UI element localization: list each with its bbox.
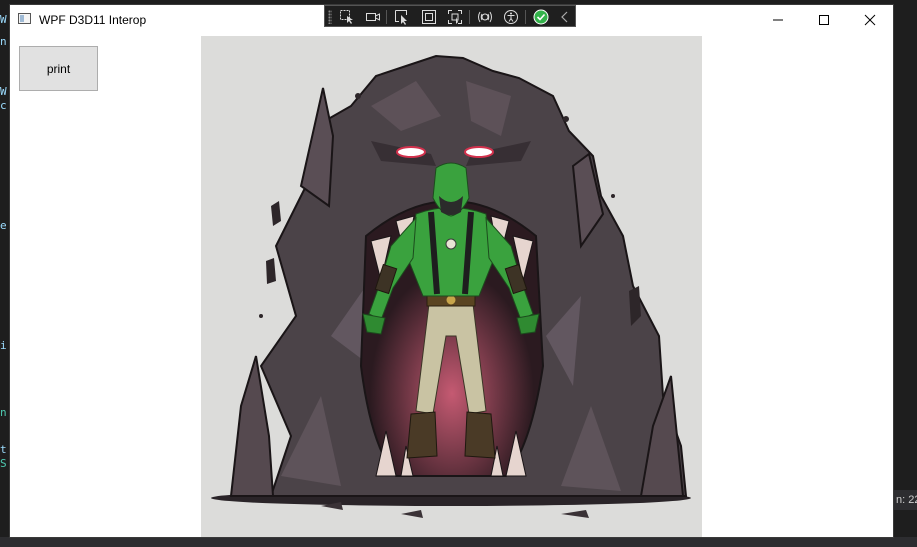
chevron-left-icon[interactable]: [556, 8, 574, 26]
accessibility-icon[interactable]: [502, 8, 520, 26]
close-button[interactable]: [847, 5, 893, 35]
rendered-scene-image: [211, 54, 691, 518]
hot-reload-icon[interactable]: [476, 8, 494, 26]
background-code-editor: W n W c e i n t S: [0, 0, 10, 547]
background-status-bar: [0, 537, 917, 547]
toolbar-separator: [386, 10, 387, 24]
window-content: print: [10, 35, 893, 537]
editor-status-text: n: 22: [893, 490, 917, 510]
display-layout-adorners-icon[interactable]: [420, 8, 438, 26]
xaml-debug-toolbar: [324, 5, 576, 27]
close-icon: [864, 14, 876, 26]
toolbar-grip[interactable]: [328, 10, 332, 24]
pointer-select-icon[interactable]: [393, 8, 411, 26]
minimize-icon: [773, 19, 783, 21]
checkmark-circle-icon[interactable]: [532, 8, 550, 26]
minimize-button[interactable]: [755, 5, 801, 35]
app-window: WPF D3D11 Interop print: [10, 5, 893, 537]
d3d11-render-surface[interactable]: [201, 36, 702, 537]
select-element-icon[interactable]: [338, 8, 356, 26]
video-record-icon[interactable]: [364, 8, 382, 26]
maximize-icon: [819, 15, 829, 25]
print-button[interactable]: print: [19, 46, 98, 91]
window-title: WPF D3D11 Interop: [39, 13, 147, 27]
toolbar-separator: [469, 10, 470, 24]
toolbar-separator: [525, 10, 526, 24]
track-focus-icon[interactable]: [446, 8, 464, 26]
app-window-icon: [18, 13, 31, 24]
background-editor-right: [893, 0, 917, 547]
maximize-button[interactable]: [801, 5, 847, 35]
